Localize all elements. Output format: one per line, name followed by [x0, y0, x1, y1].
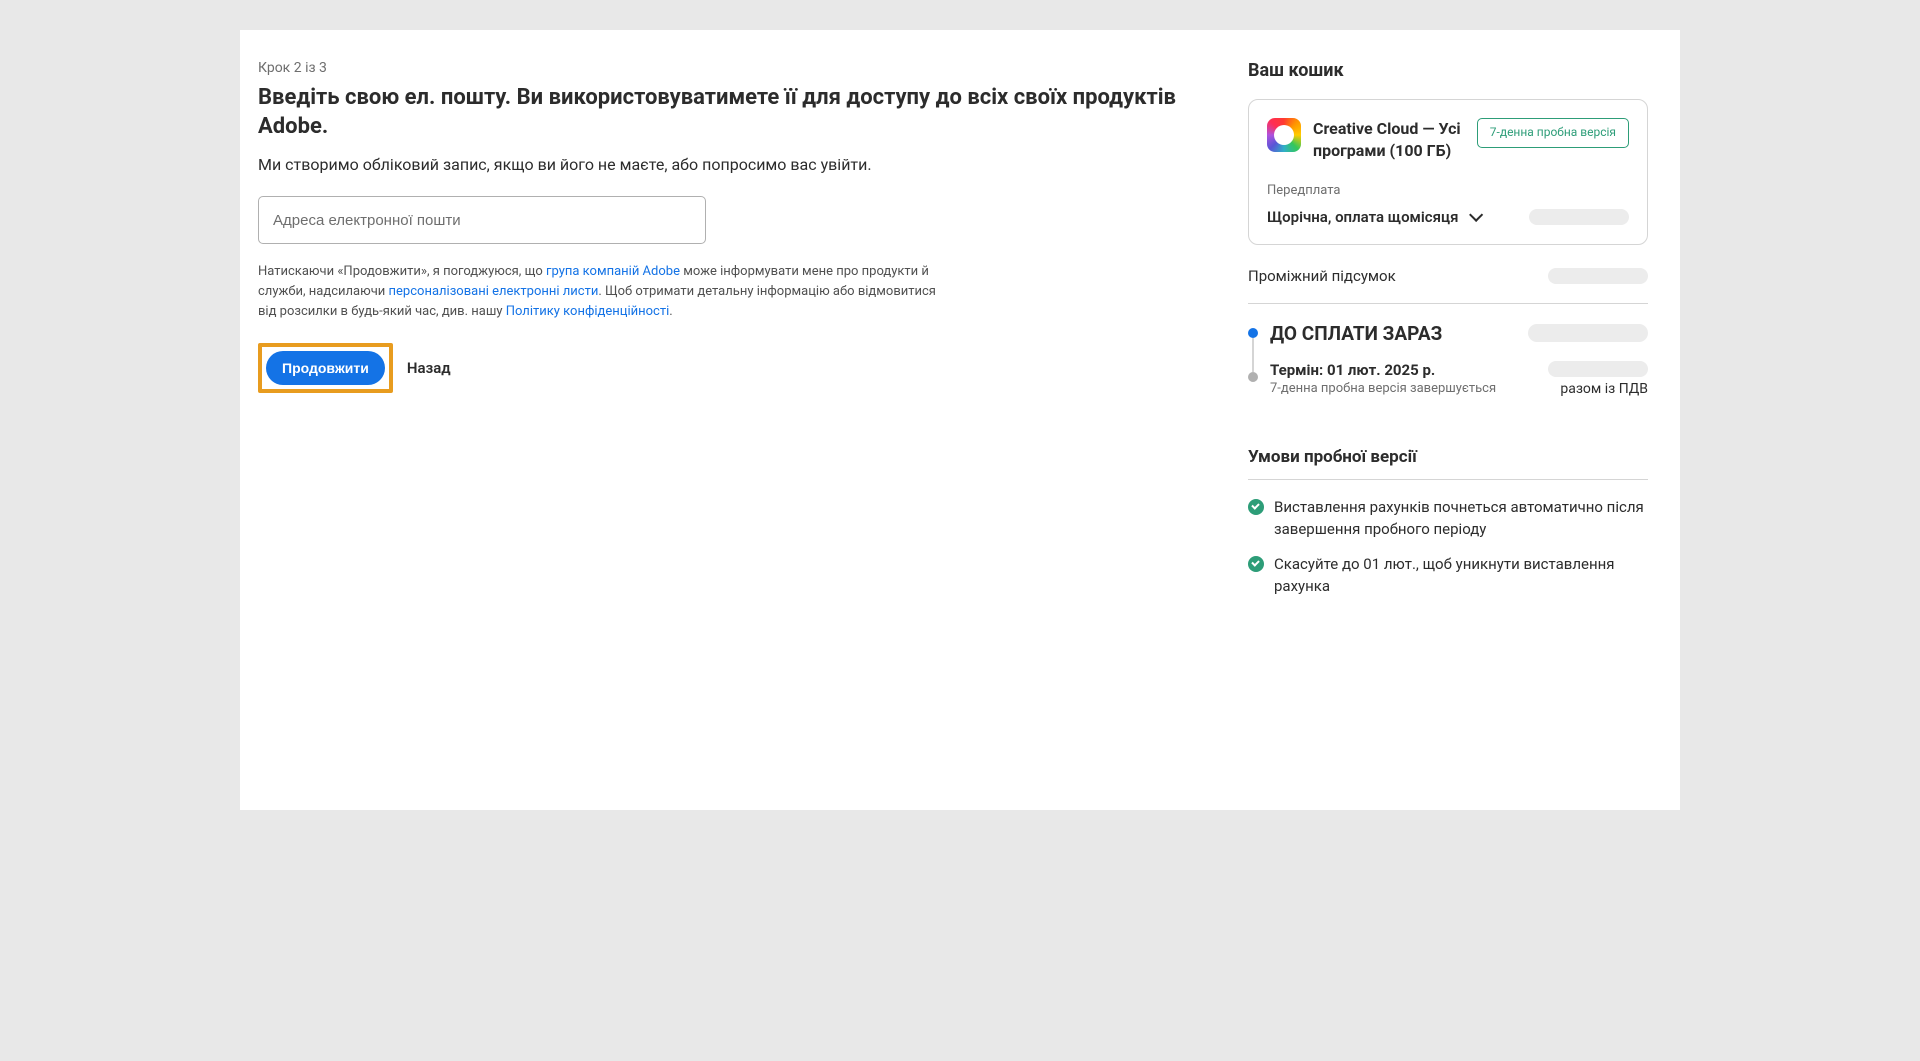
- due-now-label: ДО СПЛАТИ ЗАРАЗ: [1270, 322, 1442, 345]
- back-button[interactable]: Назад: [407, 359, 451, 377]
- due-now-row: ДО СПЛАТИ ЗАРАЗ: [1270, 322, 1648, 345]
- timeline-dot-later-icon: [1248, 372, 1258, 382]
- consent-part1: Натискаючи «Продовжити», я погоджуюся, щ…: [258, 264, 546, 279]
- subscription-row: Щорічна, оплата щомісяця: [1267, 208, 1629, 226]
- subscription-label: Передплата: [1267, 183, 1629, 198]
- page-subheading: Ми створимо обліковий запис, якщо ви йог…: [258, 155, 1208, 174]
- chevron-down-icon: [1469, 208, 1483, 222]
- timeline-line: [1252, 338, 1254, 372]
- form-column: Крок 2 із 3 Введіть свою ел. пошту. Ви в…: [258, 60, 1208, 730]
- subtotal-label: Проміжний підсумок: [1248, 267, 1396, 285]
- due-now-price-placeholder: [1528, 324, 1648, 342]
- cart-title: Ваш кошик: [1248, 60, 1648, 81]
- highlight-frame: Продовжити: [258, 343, 393, 393]
- consent-text: Натискаючи «Продовжити», я погоджуюся, щ…: [258, 262, 948, 322]
- continue-button[interactable]: Продовжити: [266, 351, 385, 385]
- subscription-value: Щорічна, оплата щомісяця: [1267, 208, 1459, 226]
- step-indicator: Крок 2 із 3: [258, 60, 1208, 76]
- personalized-emails-link[interactable]: персоналізовані електронні листи: [389, 284, 599, 299]
- term-item: Скасуйте до 01 лют., щоб уникнути вистав…: [1248, 553, 1648, 598]
- privacy-policy-link[interactable]: Політику конфіденційності: [506, 304, 670, 319]
- checkout-container: Крок 2 із 3 Введіть свою ел. пошту. Ви в…: [240, 30, 1680, 810]
- subscription-price-placeholder: [1529, 209, 1629, 225]
- trial-terms-title: Умови пробної версії: [1248, 447, 1648, 480]
- button-row: Продовжити Назад: [258, 343, 1208, 393]
- payment-timeline: ДО СПЛАТИ ЗАРАЗ Термін: 01 лют. 2025 р. …: [1248, 322, 1648, 397]
- creative-cloud-icon: [1267, 118, 1301, 152]
- due-later-price-placeholder: [1548, 361, 1648, 377]
- page-heading: Введіть свою ел. пошту. Ви використовува…: [258, 84, 1208, 141]
- due-later-row: Термін: 01 лют. 2025 р. 7-денна пробна в…: [1270, 361, 1648, 397]
- term-text-1: Виставлення рахунків почнеться автоматич…: [1274, 496, 1648, 541]
- timeline-dot-now-icon: [1248, 328, 1258, 338]
- check-icon: [1248, 499, 1264, 515]
- product-name: Creative Cloud — Усі програми (100 ГБ): [1313, 118, 1465, 163]
- subscription-dropdown[interactable]: Щорічна, оплата щомісяця: [1267, 208, 1479, 226]
- vat-text: разом із ПДВ: [1548, 381, 1648, 397]
- consent-part4: .: [669, 304, 672, 319]
- term-text-2: Скасуйте до 01 лют., щоб уникнути вистав…: [1274, 553, 1648, 598]
- cart-column: Ваш кошик Creative Cloud — Усі програми …: [1248, 60, 1648, 730]
- due-later-sub: 7-денна пробна версія завершується: [1270, 381, 1496, 396]
- product-card: Creative Cloud — Усі програми (100 ГБ) 7…: [1248, 99, 1648, 245]
- check-icon: [1248, 556, 1264, 572]
- adobe-companies-link[interactable]: група компаній Adobe: [546, 264, 680, 279]
- due-later-label: Термін: 01 лют. 2025 р.: [1270, 361, 1496, 379]
- email-field[interactable]: [258, 196, 706, 244]
- term-item: Виставлення рахунків почнеться автоматич…: [1248, 496, 1648, 541]
- product-head: Creative Cloud — Усі програми (100 ГБ) 7…: [1267, 118, 1629, 163]
- subtotal-price-placeholder: [1548, 268, 1648, 284]
- subtotal-row: Проміжний підсумок: [1248, 267, 1648, 304]
- due-later-text: Термін: 01 лют. 2025 р. 7-денна пробна в…: [1270, 361, 1496, 396]
- due-later-price-block: разом із ПДВ: [1548, 361, 1648, 397]
- trial-badge: 7-денна пробна версія: [1477, 118, 1629, 148]
